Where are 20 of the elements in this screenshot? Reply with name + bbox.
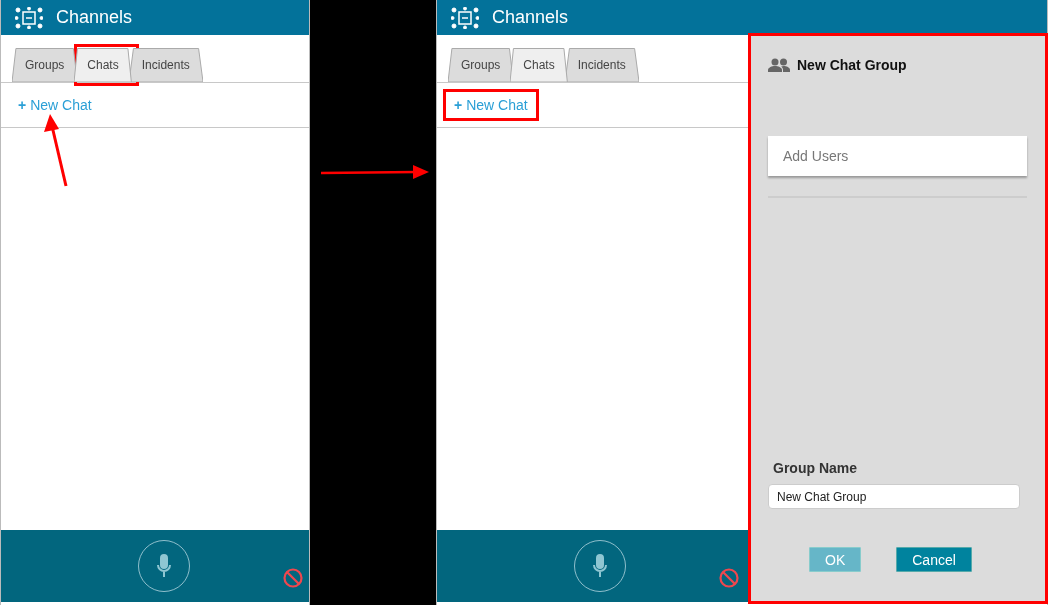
tab[interactable]: Incidents [128, 48, 203, 82]
tab[interactable]: Groups [12, 48, 78, 82]
group-name-label: Group Name [772, 460, 858, 476]
tab[interactable]: Incidents [564, 48, 639, 82]
blocked-icon [719, 568, 739, 588]
microphone-icon [156, 554, 172, 578]
dialog-title: New Chat Group [797, 57, 907, 73]
group-name-field[interactable]: New Chat Group [768, 484, 1020, 509]
microphone-icon [592, 554, 608, 578]
dialog-button[interactable]: Cancel [896, 547, 972, 572]
tab[interactable]: Groups [448, 48, 514, 82]
blocked-icon [283, 568, 303, 588]
tab[interactable]: Chats [510, 48, 568, 82]
add-users-field[interactable]: Add Users [768, 136, 1027, 176]
network-icon [15, 6, 43, 29]
network-icon [451, 6, 479, 29]
app-title: Channels [492, 7, 569, 28]
app-title: Channels [56, 7, 133, 28]
tab[interactable]: Chats [74, 48, 132, 82]
people-icon [768, 58, 790, 72]
